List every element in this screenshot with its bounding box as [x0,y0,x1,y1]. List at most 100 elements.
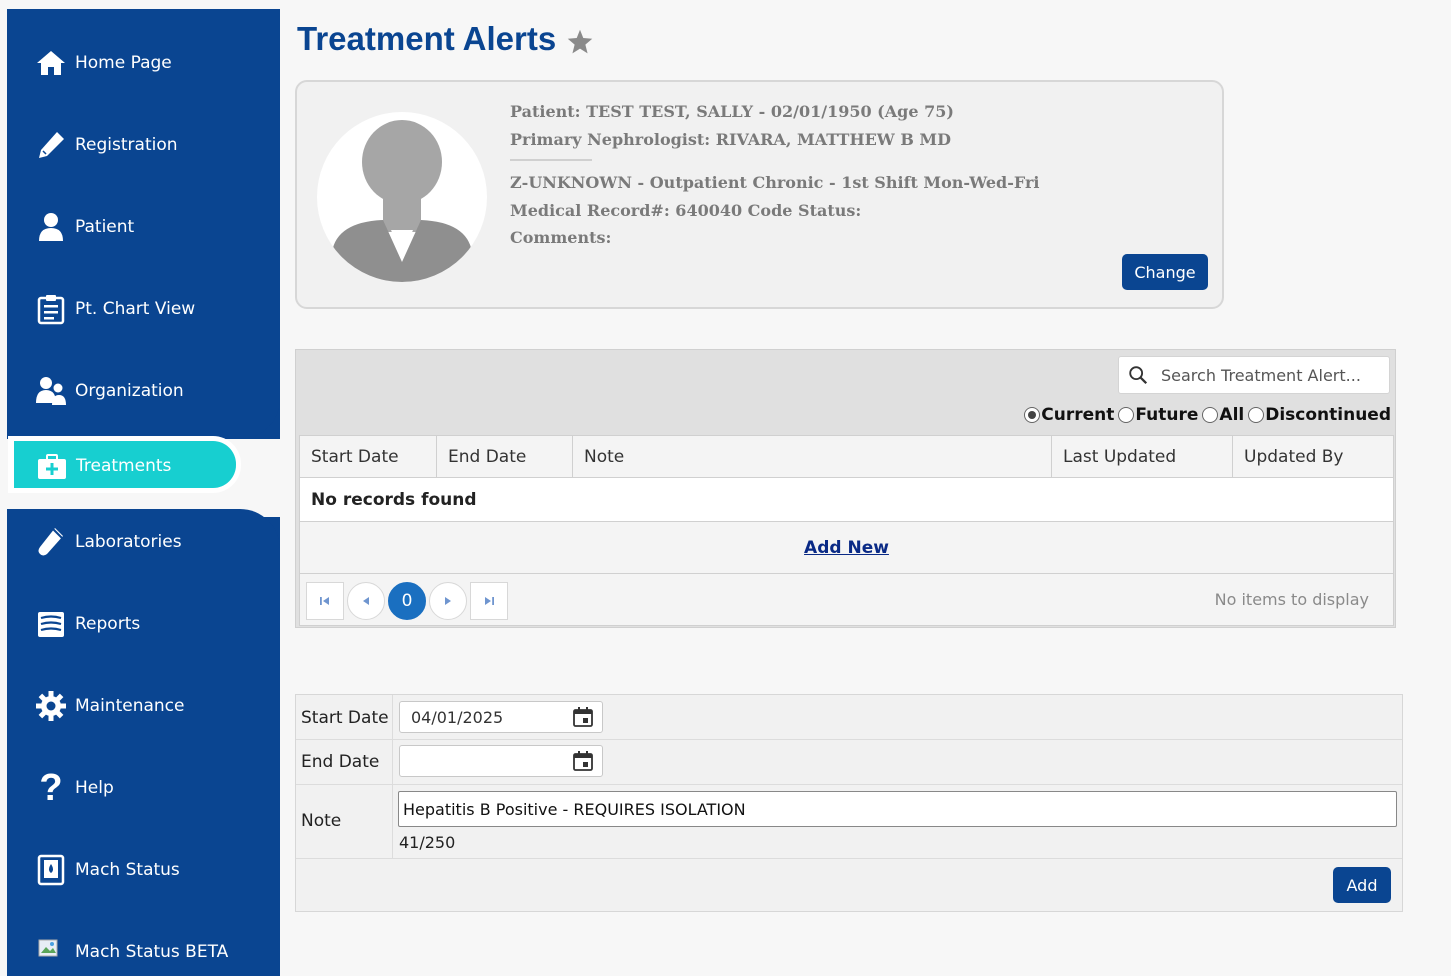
radio-current[interactable]: Current [1024,405,1114,425]
radio-label: Current [1041,405,1115,425]
divider [392,740,393,785]
previous-page-button[interactable] [347,582,385,620]
note-input[interactable]: Hepatitis B Positive - REQUIRES ISOLATIO… [398,791,1397,827]
add-alert-form: Start Date 04/01/2025 End Date Note Hepa… [295,694,1403,912]
sidebar-item-treatments[interactable]: Treatments [14,436,241,493]
patient-info: Patient: TEST TEST, SALLY - 02/01/1950 (… [510,98,1039,252]
pencil-icon [33,127,69,163]
clipboard-icon [33,291,69,327]
start-date-value: 04/01/2025 [411,707,504,727]
broken-image-icon [33,934,69,970]
home-icon [33,45,69,81]
sidebar-item-label: Help [75,778,114,798]
column-header-end-date[interactable]: End Date [437,436,573,477]
table-header: Start Date End Date Note Last Updated Up… [299,435,1394,478]
character-count: 41/250 [399,833,456,852]
change-button[interactable]: Change [1122,254,1208,290]
end-date-label: End Date [301,752,380,772]
add-new-row: Add New [299,522,1394,574]
avatar [317,112,487,282]
patient-name: Patient: TEST TEST, SALLY - 02/01/1950 (… [510,102,954,121]
search-placeholder: Search Treatment Alert... [1161,365,1361,385]
start-date-field[interactable]: 04/01/2025 [399,701,603,733]
sidebar-item-label: Organization [75,381,184,401]
radio-dot[interactable] [1118,407,1135,423]
divider [392,785,393,858]
sidebar-item-registration[interactable]: Registration [33,125,178,165]
sidebar-bottom [7,509,280,976]
column-header-note[interactable]: Note [573,436,1052,477]
sidebar-item-label: Mach Status BETA [75,942,229,962]
end-date-field[interactable] [399,745,603,777]
calendar-icon[interactable] [572,750,594,772]
sidebar-item-patient[interactable]: Patient [33,207,134,247]
radio-dot[interactable] [1024,407,1041,423]
medical-record: Medical Record#: 640040 Code Status: [510,200,862,220]
radio-label: Future [1135,405,1199,425]
add-button[interactable]: Add [1333,867,1391,903]
column-header-start-date[interactable]: Start Date [300,436,437,477]
radio-all[interactable]: All [1202,405,1244,425]
column-header-updated-by[interactable]: Updated By [1233,436,1393,477]
pager-status: No items to display [1214,590,1369,609]
patient-comments: Comments: [510,228,612,247]
radio-discontinued[interactable]: Discontinued [1248,405,1391,425]
next-page-icon [445,597,451,605]
report-icon [33,606,69,642]
person-icon [33,209,69,245]
sidebar-item-laboratories[interactable]: Laboratories [33,522,182,562]
note-label: Note [301,811,342,831]
divider [392,695,393,740]
add-new-link[interactable]: Add New [804,538,889,558]
sidebar-item-label: Patient [75,217,135,237]
radio-label: All [1219,405,1245,425]
empty-message: No records found [299,478,1394,522]
sidebar-item-maintenance[interactable]: Maintenance [33,686,184,726]
sidebar-item-label: Registration [75,135,178,155]
gear-icon [33,688,69,724]
next-page-button[interactable] [429,582,467,620]
calendar-icon[interactable] [572,706,594,728]
medical-kit-icon [34,448,70,484]
sidebar-item-label: Mach Status [75,860,180,880]
sidebar-item-home-page[interactable]: Home Page [33,43,172,83]
people-icon [33,373,69,409]
sidebar-item-pt-chart-view[interactable]: Pt. Chart View [33,289,195,329]
current-page-button[interactable]: 0 [388,582,426,620]
sidebar-item-reports[interactable]: Reports [33,604,140,644]
last-page-icon [485,597,494,605]
column-header-last-updated[interactable]: Last Updated [1052,436,1233,477]
first-page-button[interactable] [306,582,344,620]
sidebar-item-mach-status[interactable]: Mach Status [33,850,180,890]
question-icon: ? [39,766,63,809]
radio-future[interactable]: Future [1118,405,1198,425]
page-title: Treatment Alerts [297,20,557,57]
divider [510,159,592,161]
sidebar-item-label: Maintenance [75,696,185,716]
sidebar-item-mach-status-beta[interactable]: Mach Status BETA [33,932,228,972]
machine-icon [33,852,69,888]
radio-dot[interactable] [1248,407,1265,423]
radio-label: Discontinued [1265,405,1391,425]
end-date-row: End Date [296,740,1402,785]
pager: 0 No items to display [299,574,1394,626]
patient-schedule: Z-UNKNOWN - Outpatient Chronic - 1st Shi… [510,173,1040,192]
treatment-alerts-grid: Search Treatment Alert... Current Future… [295,349,1396,628]
radio-dot[interactable] [1202,407,1219,423]
search-input[interactable]: Search Treatment Alert... [1118,356,1390,394]
first-page-icon [320,597,329,605]
sidebar-item-label: Treatments [76,456,172,476]
test-tube-icon [33,524,69,560]
start-date-label: Start Date [301,708,389,728]
search-icon [1129,366,1148,385]
status-filter: Current Future All Discontinued [1020,405,1391,425]
sidebar-item-organization[interactable]: Organization [33,371,184,411]
sidebar-item-label: Reports [75,614,141,634]
previous-page-icon [363,597,369,605]
sidebar-item-label: Laboratories [75,532,182,552]
sidebar-item-help[interactable]: ? Help [33,766,114,809]
patient-card: Patient: TEST TEST, SALLY - 02/01/1950 (… [295,80,1224,309]
primary-nephrologist: Primary Nephrologist: RIVARA, MATTHEW B … [510,129,951,149]
star-icon[interactable] [566,28,594,56]
last-page-button[interactable] [470,582,508,620]
